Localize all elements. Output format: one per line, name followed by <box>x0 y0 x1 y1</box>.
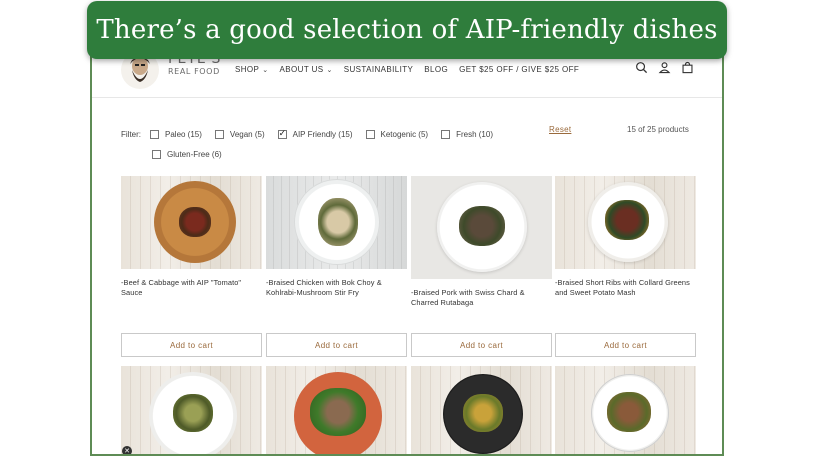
product-card[interactable]: -Beef & Cabbage with AIP "Tomato" Sauce … <box>121 176 262 357</box>
chevron-down-icon: ⌄ <box>262 66 269 74</box>
product-card[interactable]: -Braised Chicken with Bok Choy & Kohlrab… <box>266 176 407 357</box>
product-count: 15 of 25 products <box>627 125 689 134</box>
product-card[interactable] <box>266 366 407 454</box>
chevron-down-icon: ⌄ <box>326 66 333 74</box>
filter-bar: Filter: Paleo (15) Vegan (5) AIP Friendl… <box>121 127 506 167</box>
nav-sustainability-label: SUSTAINABILITY <box>343 65 414 74</box>
caption-text: There’s a good selection of AIP-friendly… <box>96 15 718 45</box>
nav-shop[interactable]: SHOP ⌄ <box>235 65 269 74</box>
product-image[interactable] <box>411 366 552 454</box>
brand-line-2: REAL FOOD <box>168 67 220 76</box>
filter-fresh-label: Fresh (10) <box>456 129 493 139</box>
filter-fresh[interactable]: Fresh (10) <box>441 129 493 139</box>
checkbox[interactable] <box>441 129 451 139</box>
filter-vegan-label: Vegan (5) <box>229 129 265 139</box>
nav-about-label: ABOUT US <box>279 65 324 74</box>
nav-blog-label: BLOG <box>424 65 449 74</box>
checkbox[interactable] <box>365 129 375 139</box>
add-to-cart-button[interactable]: Add to cart <box>555 333 696 357</box>
product-image[interactable] <box>121 176 262 269</box>
nav-blog[interactable]: BLOG <box>424 65 448 74</box>
nav-about-us[interactable]: ABOUT US ⌄ <box>280 65 333 74</box>
product-card[interactable] <box>555 366 696 454</box>
nav-referral[interactable]: GET $25 OFF / GIVE $25 OFF <box>459 65 579 74</box>
nav-referral-label: GET $25 OFF / GIVE $25 OFF <box>459 65 580 74</box>
caption-banner: There’s a good selection of AIP-friendly… <box>87 1 727 59</box>
product-image[interactable] <box>555 176 696 269</box>
product-image[interactable] <box>121 366 262 454</box>
filter-aip-label: AIP Friendly (15) <box>292 129 353 139</box>
nav-shop-label: SHOP <box>235 65 260 74</box>
filter-gluten-free[interactable]: Gluten-Free (6) <box>152 149 222 159</box>
filter-aip-friendly[interactable]: AIP Friendly (15) <box>277 128 353 139</box>
checkbox-checked[interactable] <box>277 128 287 139</box>
product-image[interactable] <box>555 366 696 454</box>
product-title[interactable]: -Beef & Cabbage with AIP "Tomato" Sauce <box>121 278 262 298</box>
filter-keto-label: Ketogenic (5) <box>380 129 429 139</box>
product-image[interactable] <box>411 176 552 279</box>
filter-label: Filter: <box>121 129 141 139</box>
product-image[interactable] <box>266 176 407 269</box>
add-to-cart-button[interactable]: Add to cart <box>121 333 262 357</box>
header-icons <box>635 61 694 74</box>
product-card[interactable]: -Braised Short Ribs with Collard Greens … <box>555 176 696 357</box>
cart-icon[interactable] <box>681 61 694 74</box>
filter-vegan[interactable]: Vegan (5) <box>214 129 265 139</box>
close-icon[interactable]: ✕ <box>122 446 132 454</box>
product-card[interactable] <box>411 366 552 454</box>
product-image[interactable] <box>266 366 407 454</box>
product-card[interactable]: -Braised Pork with Swiss Chard & Charred… <box>411 176 552 357</box>
add-to-cart-button[interactable]: Add to cart <box>411 333 552 357</box>
checkbox[interactable] <box>152 149 161 159</box>
filter-paleo-label: Paleo (15) <box>165 129 202 139</box>
filter-paleo[interactable]: Paleo (15) <box>150 129 202 139</box>
browser-page: PETE'S REAL FOOD SHOP ⌄ ABOUT US ⌄ SUSTAIN… <box>90 36 724 456</box>
product-title[interactable]: -Braised Chicken with Bok Choy & Kohlrab… <box>266 278 407 298</box>
filter-ketogenic[interactable]: Ketogenic (5) <box>365 129 429 139</box>
product-card[interactable] <box>121 366 262 454</box>
filter-gluten-label: Gluten-Free (6) <box>167 149 222 159</box>
checkbox[interactable] <box>214 129 224 139</box>
nav-sustainability[interactable]: SUSTAINABILITY <box>344 65 413 74</box>
search-icon[interactable] <box>635 61 648 74</box>
checkbox[interactable] <box>150 129 159 139</box>
product-title[interactable]: -Braised Pork with Swiss Chard & Charred… <box>411 288 552 308</box>
main-nav: SHOP ⌄ ABOUT US ⌄ SUSTAINABILITY BLOG GET … <box>235 65 579 74</box>
product-title[interactable]: -Braised Short Ribs with Collard Greens … <box>555 278 696 298</box>
account-icon[interactable] <box>658 61 671 74</box>
reset-filters-link[interactable]: Reset <box>549 125 571 134</box>
add-to-cart-button[interactable]: Add to cart <box>266 333 407 357</box>
